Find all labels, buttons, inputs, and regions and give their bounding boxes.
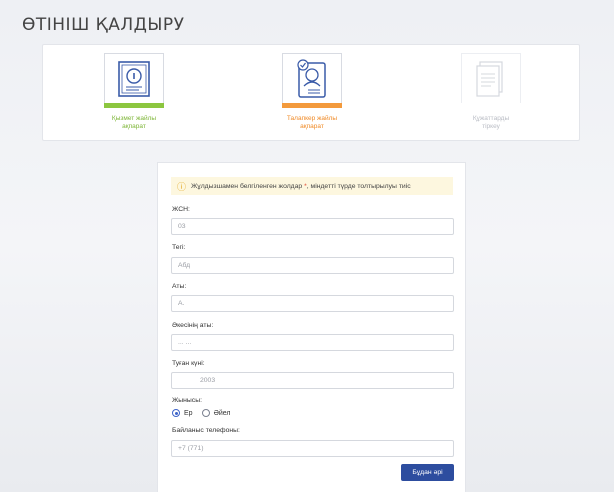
applicant-form: ⓘ Жұлдызшамен белгіленген жолдар *, мінд… [157, 162, 466, 492]
step-documents[interactable]: Құжаттарды тіркеу [461, 53, 521, 130]
gender-female-radio[interactable] [201, 409, 210, 417]
documents-icon [461, 53, 521, 103]
gender-label: Жынысы: [172, 397, 202, 404]
next-button[interactable]: Бұдан әрі [401, 464, 454, 481]
gender-male-label[interactable]: Ер [184, 410, 193, 417]
page-title: ӨТІНІШ ҚАЛДЫРУ [22, 15, 185, 35]
iin-label: ЖСН: [172, 206, 190, 213]
step-label: Құжаттарды тіркеу [472, 115, 510, 130]
iin-field[interactable] [171, 218, 454, 235]
surname-label: Тегі: [172, 244, 186, 251]
required-fields-notice: ⓘ Жұлдызшамен белгіленген жолдар *, мінд… [171, 177, 453, 195]
phone-label: Байланыс телефоны: [172, 427, 240, 434]
gender-radio-group: Ер Әйел [172, 409, 240, 417]
name-label: Аты: [172, 283, 187, 290]
info-circle-icon: ⓘ [177, 181, 187, 192]
patronymic-field[interactable] [171, 334, 454, 351]
birthdate-label: Туған күні: [172, 360, 205, 367]
info-document-icon [104, 53, 164, 103]
gender-male-radio[interactable] [172, 409, 180, 417]
phone-field[interactable] [171, 440, 454, 457]
patronymic-label: Әкесінің аты: [172, 322, 214, 329]
step-progress-bar [461, 103, 521, 108]
step-progress-bar [104, 103, 164, 108]
step-label: Талапкер жайлы ақпарат [286, 115, 338, 130]
step-applicant-info[interactable]: Талапкер жайлы ақпарат [282, 53, 342, 130]
gender-female-label[interactable]: Әйел [214, 410, 231, 417]
applicant-profile-icon [282, 53, 342, 103]
step-progress-bar [282, 103, 342, 108]
step-service-info[interactable]: Қызмет жайлы ақпарат [104, 53, 164, 130]
step-label: Қызмет жайлы ақпарат [111, 115, 157, 130]
steps-progress: Қызмет жайлы ақпарат Талапкер жайлы ақпара… [42, 44, 580, 141]
birthdate-field[interactable] [171, 372, 454, 389]
surname-field[interactable] [171, 257, 454, 274]
name-field[interactable] [171, 295, 454, 312]
